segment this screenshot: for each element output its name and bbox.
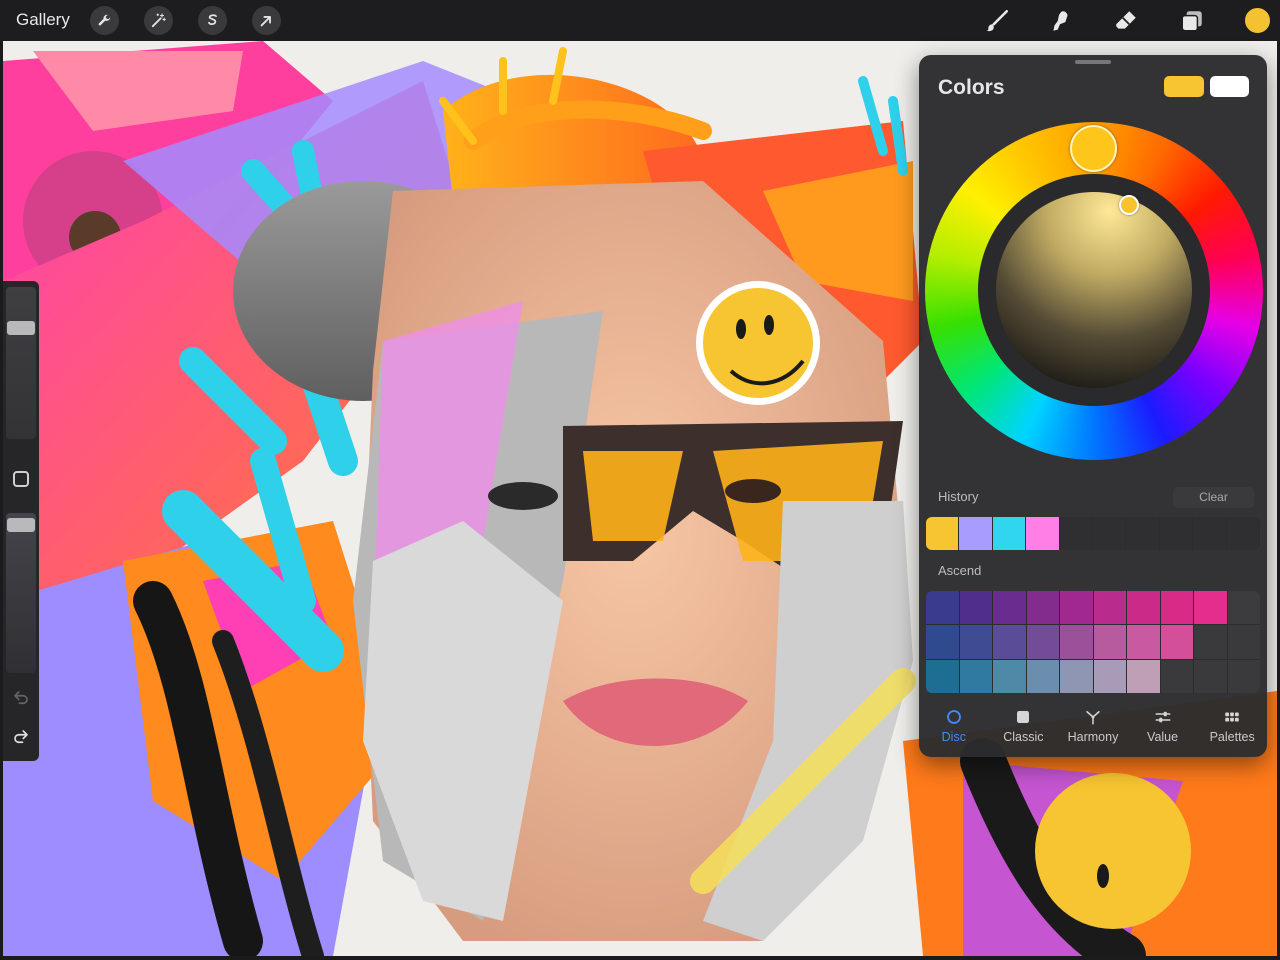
undo-icon[interactable]: [12, 689, 30, 707]
palette-swatch[interactable]: [993, 591, 1026, 625]
palette-swatch[interactable]: [1060, 591, 1093, 625]
layers-button[interactable]: [1178, 7, 1206, 35]
eraser-button[interactable]: [1112, 7, 1140, 35]
selection-button[interactable]: [198, 6, 227, 35]
palette-swatch[interactable]: [1026, 591, 1059, 625]
palette-swatch[interactable]: [926, 625, 959, 659]
history-label: History: [938, 489, 979, 504]
palette-swatch[interactable]: [959, 659, 992, 693]
palette-swatch[interactable]: [959, 591, 992, 625]
palette-swatch[interactable]: [1194, 659, 1227, 693]
brush-opacity-slider[interactable]: [6, 513, 36, 673]
palette-swatch[interactable]: [1093, 625, 1126, 659]
palette-name: Ascend: [938, 563, 982, 578]
tab-classic[interactable]: Classic: [989, 703, 1059, 753]
tab-label: Disc: [941, 730, 966, 744]
palette-grid: [926, 591, 1260, 693]
saturation-knob[interactable]: [1119, 195, 1139, 215]
history-swatch[interactable]: [1093, 517, 1127, 550]
history-swatch[interactable]: [992, 517, 1027, 550]
layers-icon: [1181, 11, 1202, 32]
brush-icon: [986, 9, 1009, 32]
palette-swatch[interactable]: [959, 625, 992, 659]
disc-icon: [946, 710, 961, 724]
redo-icon[interactable]: [12, 728, 30, 746]
brush-size-slider[interactable]: [6, 287, 36, 439]
history-swatch[interactable]: [1226, 517, 1260, 550]
gallery-button[interactable]: Gallery: [16, 10, 70, 30]
palette-swatch[interactable]: [1227, 591, 1260, 625]
palettes-grid-icon: [1225, 712, 1239, 722]
transform-button[interactable]: [252, 6, 281, 35]
palette-swatch[interactable]: [1127, 625, 1160, 659]
color-mode-tabs: Disc Classic Harmony Value Palettes: [919, 703, 1267, 753]
tab-label: Palettes: [1209, 730, 1255, 744]
eraser-icon: [1116, 11, 1136, 29]
smudge-button[interactable]: [1047, 7, 1075, 35]
palette-swatch[interactable]: [926, 659, 959, 693]
panel-title: Colors: [938, 76, 1005, 99]
hue-knob[interactable]: [1070, 125, 1117, 172]
history-swatches: [926, 517, 1260, 550]
tab-label: Classic: [1003, 730, 1044, 744]
history-swatch[interactable]: [1126, 517, 1160, 550]
saturation-brightness-disc[interactable]: [996, 192, 1192, 388]
brush-button[interactable]: [983, 7, 1011, 35]
arrow-cursor-icon: [260, 16, 271, 27]
tab-label: Value: [1147, 730, 1179, 744]
panel-grabber[interactable]: [1075, 60, 1111, 64]
palette-swatch[interactable]: [1127, 659, 1160, 693]
tab-disc[interactable]: Disc: [919, 703, 989, 753]
brush-size-thumb[interactable]: [7, 321, 35, 335]
palette-swatch[interactable]: [1026, 659, 1059, 693]
palette-swatch[interactable]: [1194, 591, 1227, 625]
classic-square-icon: [1017, 711, 1030, 723]
clear-history-button[interactable]: Clear: [1173, 487, 1254, 508]
history-swatch[interactable]: [1193, 517, 1227, 550]
adjustments-button[interactable]: [144, 6, 173, 35]
tab-label: Harmony: [1067, 730, 1119, 744]
sliders-icon: [1155, 711, 1171, 723]
selection-s-icon: [208, 14, 217, 25]
colors-panel: Colors History Clear Ascend Disc Classic…: [919, 55, 1267, 757]
primary-color-swatch[interactable]: [1164, 76, 1204, 97]
palette-swatch[interactable]: [1060, 625, 1093, 659]
palette-swatch[interactable]: [1227, 659, 1260, 693]
palette-swatch[interactable]: [926, 591, 959, 625]
palette-swatch[interactable]: [1060, 659, 1093, 693]
tab-harmony[interactable]: Harmony: [1058, 703, 1128, 753]
smudge-icon: [1053, 11, 1068, 31]
wrench-icon: [98, 14, 111, 26]
left-sidebar: [3, 281, 39, 761]
actions-button[interactable]: [90, 6, 119, 35]
palette-swatch[interactable]: [1093, 591, 1126, 625]
palette-swatch[interactable]: [1160, 659, 1193, 693]
palette-swatch[interactable]: [1127, 591, 1160, 625]
palette-swatch[interactable]: [1227, 625, 1260, 659]
harmony-icon: [1086, 711, 1100, 725]
palette-swatch[interactable]: [1026, 625, 1059, 659]
palette-swatch[interactable]: [993, 625, 1026, 659]
top-toolbar: Gallery: [0, 0, 1280, 41]
tab-palettes[interactable]: Palettes: [1197, 703, 1267, 753]
palette-swatch[interactable]: [993, 659, 1026, 693]
history-swatch[interactable]: [1159, 517, 1194, 550]
brush-opacity-thumb[interactable]: [7, 518, 35, 532]
history-swatch[interactable]: [959, 517, 993, 550]
history-swatch[interactable]: [1059, 517, 1094, 550]
palette-swatch[interactable]: [1093, 659, 1126, 693]
history-swatch[interactable]: [926, 517, 960, 550]
history-swatch[interactable]: [1026, 517, 1060, 550]
current-color-button[interactable]: [1244, 7, 1271, 34]
magic-wand-icon: [151, 13, 166, 28]
secondary-color-swatch[interactable]: [1210, 76, 1249, 97]
palette-swatch[interactable]: [1194, 625, 1227, 659]
modify-button[interactable]: [13, 471, 29, 487]
tab-value[interactable]: Value: [1128, 703, 1198, 753]
palette-swatch[interactable]: [1160, 625, 1193, 659]
palette-swatch[interactable]: [1160, 591, 1193, 625]
